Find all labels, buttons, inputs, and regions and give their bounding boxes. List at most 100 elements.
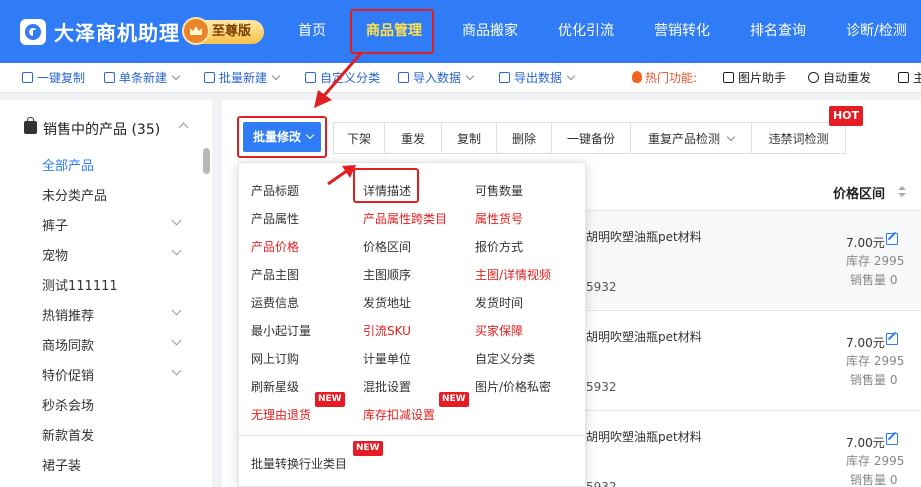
sidebar-item-new-arrival[interactable]: 新款首发: [42, 425, 94, 444]
more-toolbar-button[interactable]: 主: [898, 63, 921, 93]
table-row: 胡明吹塑油瓶pet材料 5932 7.00元 库存 2995 销售量 0: [586, 311, 921, 411]
new-badge: NEW: [439, 392, 469, 407]
product-stock: 库存 2995: [846, 254, 905, 268]
image-icon: [723, 72, 734, 83]
price-range-header[interactable]: 价格区间: [833, 183, 885, 202]
hot-features-label: 热门功能:: [632, 63, 697, 93]
menu-item-attr-cross-category[interactable]: 产品属性跨类目: [363, 210, 447, 227]
import-data-button[interactable]: 导入数据: [398, 63, 475, 93]
nav-product-move[interactable]: 商品搬家: [462, 0, 518, 63]
menu-item-online-order[interactable]: 网上订购: [251, 350, 299, 367]
brand-name: 大泽商机助理: [54, 21, 180, 45]
product-title[interactable]: 胡明吹塑油瓶pet材料: [586, 328, 702, 345]
chevron-up-icon[interactable]: [178, 122, 189, 133]
menu-item-refresh-star[interactable]: 刷新星级: [251, 378, 299, 395]
flame-icon: [632, 71, 642, 83]
home-icon: [898, 72, 909, 83]
sidebar-item-pants[interactable]: 裤子: [42, 215, 68, 234]
menu-item-main-detail-video[interactable]: 主图/详情视频: [475, 266, 551, 283]
menu-item-quote-method[interactable]: 报价方式: [475, 238, 523, 255]
product-stock: 库存 2995: [846, 354, 905, 368]
menu-item-shipping-address[interactable]: 发货地址: [363, 294, 411, 311]
new-badge: NEW: [353, 441, 383, 456]
menu-item-product-title[interactable]: 产品标题: [251, 182, 299, 199]
menu-item-image-price-private[interactable]: 图片/价格私密: [475, 378, 551, 395]
chevron-down-icon[interactable]: [171, 305, 182, 316]
export-data-button[interactable]: 导出数据: [499, 63, 576, 93]
sidebar-item-skirts[interactable]: 裙子装: [42, 455, 81, 474]
one-click-copy-button[interactable]: 一键复制: [22, 63, 85, 93]
annotation-arrow-icon: [327, 165, 356, 186]
delist-button[interactable]: 下架: [333, 122, 385, 154]
one-click-backup-button[interactable]: 一键备份: [551, 122, 631, 154]
chevron-down-icon: [305, 130, 315, 140]
plus-icon: [104, 72, 115, 83]
product-price: 7.00元: [846, 436, 885, 450]
single-create-button[interactable]: 单条新建: [104, 63, 181, 93]
sort-icon[interactable]: [898, 186, 906, 198]
hot-badge: HOT: [829, 106, 863, 126]
duplicate-check-button[interactable]: 重复产品检测: [630, 122, 752, 154]
table-row: 胡明吹塑油瓶pet材料 5932 7.00元 库存 2995 销售量 0: [586, 211, 921, 311]
product-title[interactable]: 胡明吹塑油瓶pet材料: [586, 428, 702, 445]
menu-item-buyer-protection[interactable]: 买家保障: [475, 322, 523, 339]
menu-item-product-price[interactable]: 产品价格: [251, 238, 299, 255]
product-id: 5932: [586, 380, 617, 394]
menu-item-unit[interactable]: 计量单位: [363, 350, 411, 367]
menu-item-custom-category[interactable]: 自定义分类: [475, 350, 535, 367]
edit-icon[interactable]: [886, 233, 898, 245]
nav-traffic-optimize[interactable]: 优化引流: [558, 0, 614, 63]
sidebar-item-flash-sale[interactable]: 秒杀会场: [42, 395, 94, 414]
highlight-box-batch: 批量修改: [237, 116, 327, 158]
menu-item-traffic-sku[interactable]: 引流SKU: [363, 322, 411, 339]
product-title[interactable]: 胡明吹塑油瓶pet材料: [586, 228, 702, 245]
refresh-icon: [808, 72, 819, 83]
sidebar-item-pets[interactable]: 宠物: [42, 245, 68, 264]
sidebar-item-special-offer[interactable]: 特价促销: [42, 365, 94, 384]
edition-label: 至尊版: [212, 24, 252, 39]
menu-item-available-qty[interactable]: 可售数量: [475, 182, 523, 199]
chevron-down-icon[interactable]: [171, 365, 182, 376]
menu-item-batch-convert-industry[interactable]: 批量转换行业类目: [251, 455, 347, 472]
chevron-down-icon[interactable]: [171, 215, 182, 226]
edition-badge: 至尊版: [182, 17, 264, 45]
sidebar-item-all[interactable]: 全部产品: [42, 155, 94, 174]
product-sales: 销售量 0: [850, 373, 898, 387]
menu-item-min-order[interactable]: 最小起订量: [251, 322, 311, 339]
menu-item-mixed-batch[interactable]: 混批设置: [363, 378, 411, 395]
dropdown-divider: [239, 435, 587, 436]
sidebar-item-test[interactable]: 测试111111: [42, 275, 118, 294]
batch-edit-button[interactable]: 批量修改: [243, 122, 321, 152]
edit-icon[interactable]: [886, 333, 898, 345]
menu-item-main-image[interactable]: 产品主图: [251, 266, 299, 283]
image-helper-button[interactable]: 图片助手: [723, 63, 786, 93]
menu-item-no-reason-return[interactable]: 无理由退货: [251, 406, 311, 423]
auto-resend-button[interactable]: 自动重发: [808, 63, 871, 93]
chevron-down-icon[interactable]: [171, 245, 182, 256]
menu-item-stock-deduction[interactable]: 库存扣减设置: [363, 406, 435, 423]
chevron-down-icon[interactable]: [171, 335, 182, 346]
menu-item-shipping-time[interactable]: 发货时间: [475, 294, 523, 311]
delete-button[interactable]: 删除: [496, 122, 552, 154]
copy-button[interactable]: 复制: [441, 122, 497, 154]
edit-icon[interactable]: [886, 433, 898, 445]
nav-ranking[interactable]: 排名查询: [750, 0, 806, 63]
sidebar-item-mall-same[interactable]: 商场同款: [42, 335, 94, 354]
menu-item-product-attributes[interactable]: 产品属性: [251, 210, 299, 227]
sidebar-item-hot-recommend[interactable]: 热销推荐: [42, 305, 94, 324]
batch-create-button[interactable]: 批量新建: [204, 63, 281, 93]
product-price: 7.00元: [846, 336, 885, 350]
banned-words-check-button[interactable]: 违禁词检测: [751, 122, 846, 154]
republish-button[interactable]: 重发: [384, 122, 442, 154]
nav-diagnosis[interactable]: 诊断/检测: [846, 0, 907, 63]
sidebar-item-uncategorized[interactable]: 未分类产品: [42, 185, 107, 204]
sidebar: 销售中的产品 (35) 全部产品 未分类产品 裤子 宠物 测试111111 热销…: [0, 100, 212, 487]
nav-marketing[interactable]: 营销转化: [654, 0, 710, 63]
menu-item-main-image-order[interactable]: 主图顺序: [363, 266, 411, 283]
menu-item-shipping-info[interactable]: 运费信息: [251, 294, 299, 311]
crown-icon: [182, 17, 210, 45]
sidebar-scrollbar[interactable]: [203, 148, 210, 174]
menu-item-price-range[interactable]: 价格区间: [363, 238, 411, 255]
sidebar-title: 销售中的产品 (35): [43, 122, 161, 138]
menu-item-attr-sku-code[interactable]: 属性货号: [475, 210, 523, 227]
